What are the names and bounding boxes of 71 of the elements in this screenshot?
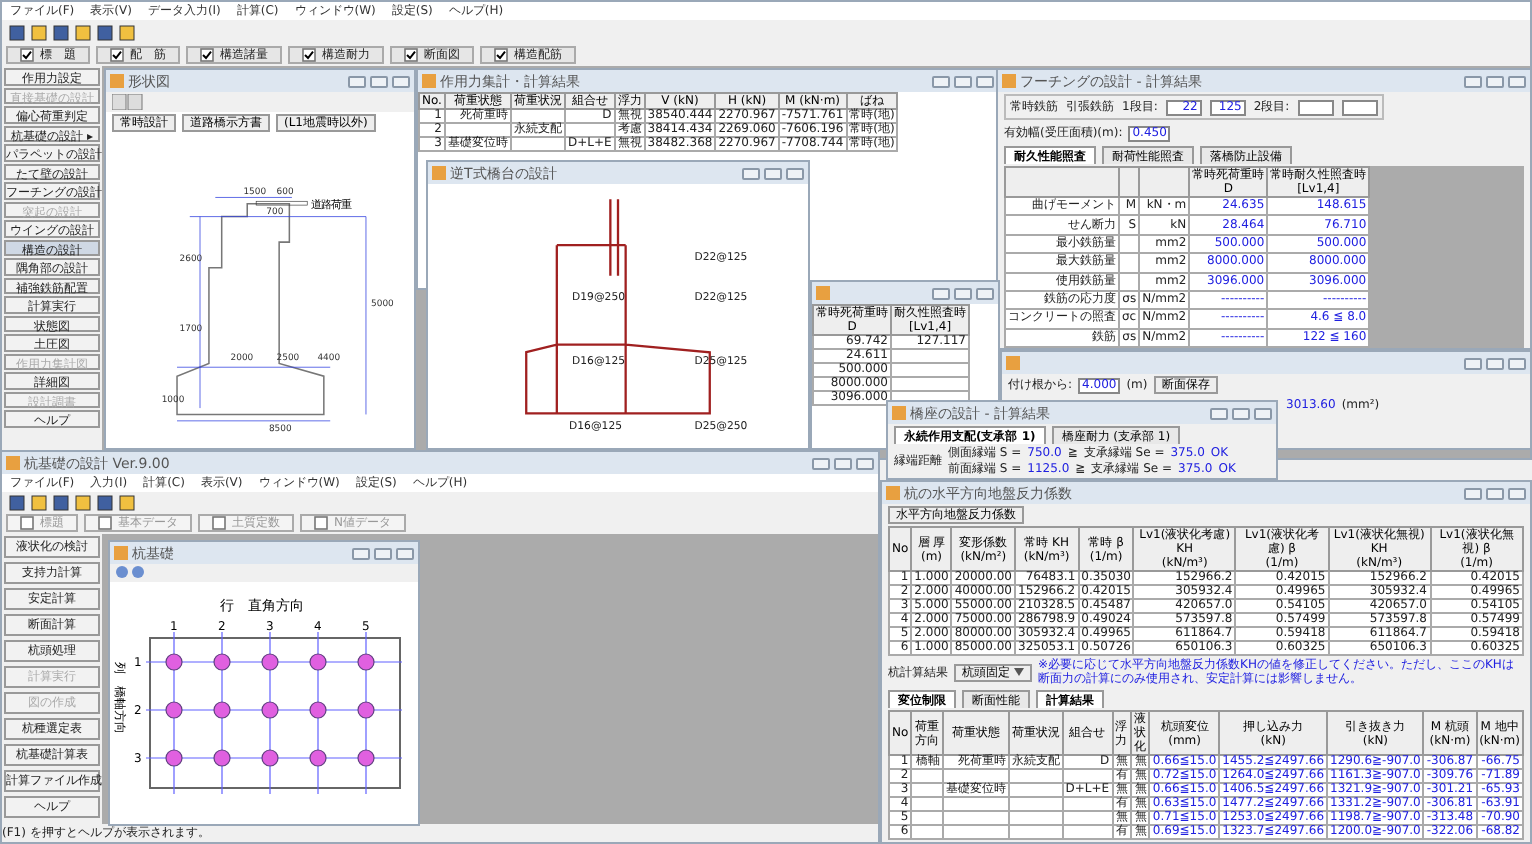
checkbox[interactable] [200, 48, 214, 62]
minimize-button[interactable] [1464, 357, 1482, 369]
caret-icon [1014, 668, 1024, 676]
diameter-field[interactable] [1297, 99, 1334, 115]
maximize-button[interactable] [954, 75, 972, 87]
pile-marker [261, 749, 279, 767]
checkbox[interactable] [404, 48, 418, 62]
minimize-button[interactable] [1464, 487, 1482, 499]
table-cell [1119, 253, 1140, 272]
close-button[interactable] [786, 167, 804, 179]
minimize-button[interactable] [1210, 407, 1228, 419]
minimize-button[interactable] [348, 75, 366, 87]
checkbox[interactable] [302, 48, 316, 62]
app-icon [816, 286, 830, 300]
pile-marker [165, 653, 183, 671]
app-icon [110, 74, 124, 88]
close-button[interactable] [1508, 75, 1526, 87]
pile-marker [309, 653, 327, 671]
minimize-button[interactable] [352, 547, 370, 559]
minimize-button[interactable] [932, 287, 950, 299]
maximize-button[interactable] [764, 167, 782, 179]
checkbox[interactable] [110, 48, 124, 62]
pile-marker [261, 701, 279, 719]
close-button[interactable] [392, 75, 410, 87]
minimize-button[interactable] [812, 457, 830, 469]
pile-marker [261, 653, 279, 671]
close-button[interactable] [1508, 487, 1526, 499]
app-icon [432, 166, 446, 180]
app-icon [892, 406, 906, 420]
app-icon [886, 486, 900, 500]
maximize-button[interactable] [370, 75, 388, 87]
app-icon [1006, 356, 1020, 370]
app-icon [1002, 74, 1016, 88]
maximize-button[interactable] [1486, 75, 1504, 87]
checkbox[interactable] [494, 48, 508, 62]
close-button[interactable] [1254, 407, 1272, 419]
pile-marker [165, 749, 183, 767]
table-cell [1119, 272, 1140, 291]
spacing-field[interactable] [1341, 99, 1378, 115]
pile-marker [213, 749, 231, 767]
table-cell [1119, 234, 1140, 254]
maximize-button[interactable] [1486, 487, 1504, 499]
maximize-button[interactable] [374, 547, 392, 559]
minimize-button[interactable] [932, 75, 950, 87]
minimize-button[interactable] [1464, 75, 1482, 87]
app-icon [114, 546, 128, 560]
close-button[interactable] [976, 287, 994, 299]
minimize-button[interactable] [742, 167, 760, 179]
close-button[interactable] [856, 457, 874, 469]
maximize-button[interactable] [954, 287, 972, 299]
pile-marker [213, 701, 231, 719]
pile-marker [309, 749, 327, 767]
maximize-button[interactable] [1232, 407, 1250, 419]
checkbox[interactable] [98, 516, 112, 531]
app-icon [6, 456, 20, 470]
checkbox[interactable] [314, 516, 328, 531]
checkbox[interactable] [212, 516, 226, 531]
maximize-button[interactable] [1486, 357, 1504, 369]
pile-marker [357, 701, 375, 719]
maximize-button[interactable] [834, 457, 852, 469]
close-button[interactable] [976, 75, 994, 87]
pile-marker [357, 749, 375, 767]
close-button[interactable] [396, 547, 414, 559]
checkbox[interactable] [20, 516, 34, 531]
pile-marker [357, 653, 375, 671]
pile-marker [165, 701, 183, 719]
pile-marker [213, 653, 231, 671]
close-button[interactable] [1508, 357, 1526, 369]
app-icon [422, 74, 436, 88]
pile-marker [309, 701, 327, 719]
checkbox[interactable] [20, 48, 34, 62]
